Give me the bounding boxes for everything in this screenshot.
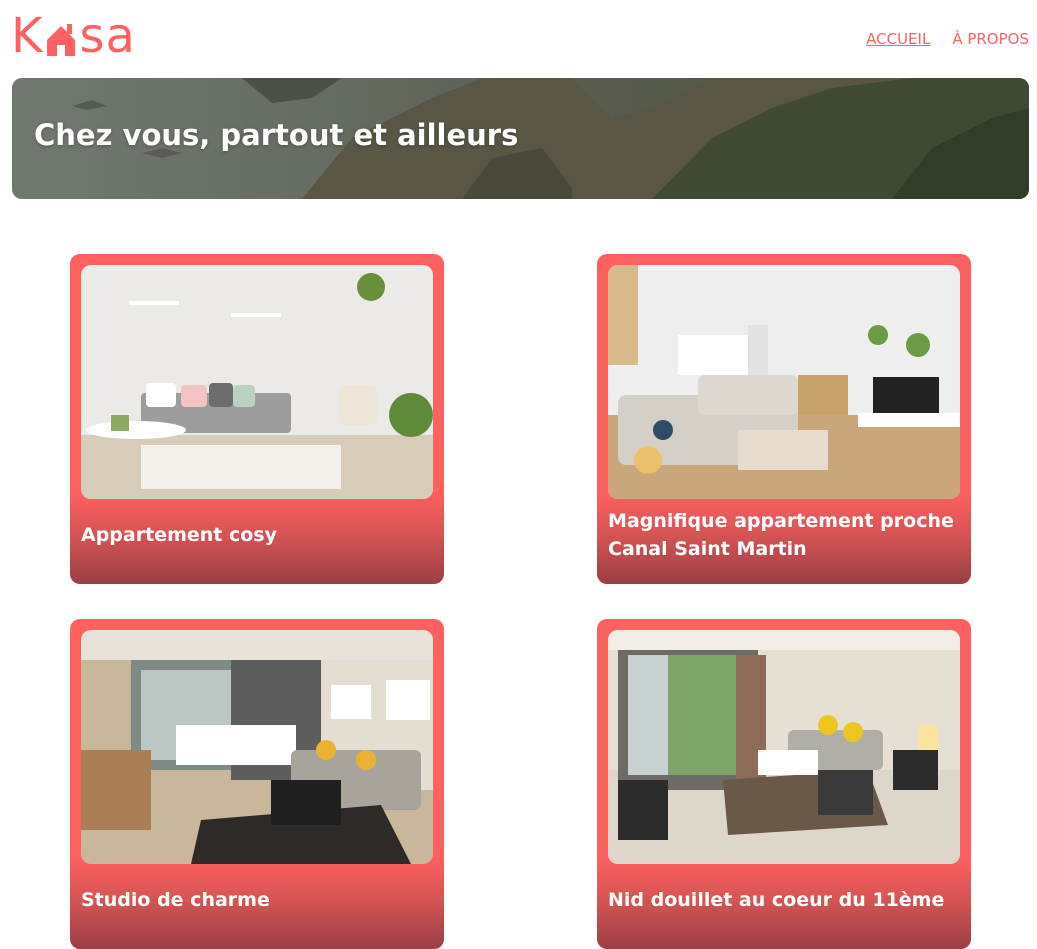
listing-photo [81,630,433,864]
site-header: K sa ACCUEIL À PROPOS [0,0,1037,78]
listing-title: Appartement cosy [81,524,277,546]
banner-title: Chez vous, partout et ailleurs [34,118,519,152]
listing-card[interactable]: Appartement cosy [70,254,444,584]
hero-banner: Chez vous, partout et ailleurs [12,78,1029,199]
kasa-logo[interactable]: K sa [11,10,136,62]
listing-card[interactable]: Studio de charme [70,619,444,949]
listing-title: Nid douillet au coeur du 11ème [608,889,945,911]
listing-card[interactable]: Magnifique appartement proche Canal Sain… [597,254,971,584]
logo-letter-k: K [11,8,44,64]
main-nav: ACCUEIL À PROPOS [866,30,1029,48]
listing-title: Magnifique appartement proche Canal Sain… [608,510,954,560]
listing-photo [81,265,433,499]
listing-photo [608,630,960,864]
nav-link-home[interactable]: ACCUEIL [866,30,930,48]
house-icon [45,16,77,56]
nav-link-about[interactable]: À PROPOS [952,30,1029,48]
listing-title: Studio de charme [81,889,270,911]
logo-letters-sa: sa [79,8,136,64]
listing-card[interactable]: Nid douillet au coeur du 11ème [597,619,971,949]
listing-photo [608,265,960,499]
